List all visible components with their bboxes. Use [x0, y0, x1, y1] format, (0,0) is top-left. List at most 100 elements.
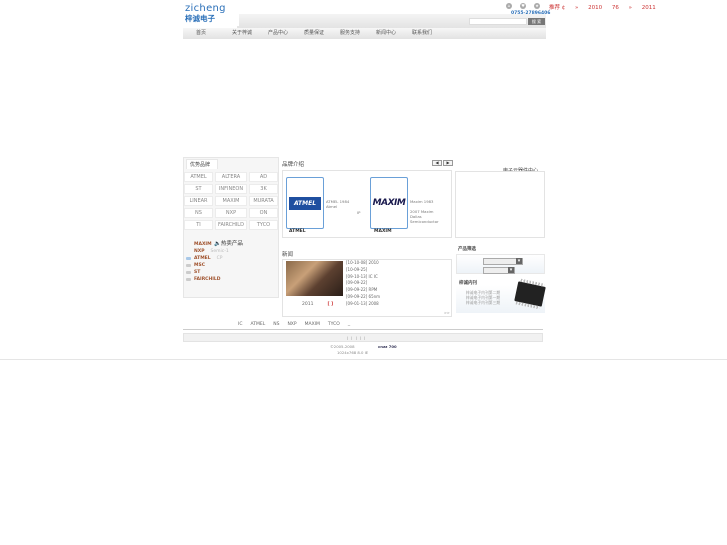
- bullet-icon: [186, 277, 191, 282]
- brand-link[interactable]: MURATA: [249, 196, 278, 206]
- nav-quality[interactable]: 质量保证: [304, 28, 340, 39]
- carousel-controls: ◀ ▶: [432, 160, 453, 166]
- hot-products-list: MAXIM NXP Semic-1 ATMEL CP MSC ST FAIRCH…: [186, 241, 229, 283]
- brand-card-maxim[interactable]: MAXIM: [370, 177, 408, 229]
- hot-product-extra: CP: [216, 256, 223, 261]
- logo-cn: 梓诚电子: [185, 14, 215, 23]
- filter-select-category[interactable]: [483, 258, 523, 265]
- star-icon[interactable]: ★: [534, 3, 540, 9]
- hot-product-name[interactable]: MSC: [194, 263, 205, 268]
- copyright: ©2005-2008: [330, 344, 355, 349]
- phone-number: 0755-27896406: [511, 11, 551, 16]
- nav-news[interactable]: 新闻中心: [376, 28, 412, 39]
- hot-product-name[interactable]: ATMEL: [194, 256, 211, 261]
- desc-line: Atmel: [326, 204, 338, 209]
- hot-product-name[interactable]: NXP: [194, 249, 205, 254]
- news-title: 新闻: [282, 252, 294, 258]
- list-item[interactable]: [09-10-13] IC IC: [346, 274, 450, 281]
- news-photo-caption-text: 2011: [302, 302, 314, 307]
- product-filter-panel: [456, 254, 545, 274]
- hot-product-name[interactable]: MAXIM: [194, 242, 212, 247]
- next-button[interactable]: ▶: [443, 160, 453, 166]
- brand-link[interactable]: LINEAR: [184, 196, 213, 206]
- prev-button[interactable]: ◀: [432, 160, 442, 166]
- logo-en: zicheng: [185, 3, 226, 14]
- maxim-logo: MAXIM: [372, 198, 406, 208]
- product-filter-title: 产品筛选: [458, 247, 476, 252]
- nav-products[interactable]: 产品中心: [268, 28, 304, 39]
- brand-grid: ATMEL ALTERA AD ST INFINEON 3K LINEAR MA…: [184, 172, 279, 230]
- filter-select-brand[interactable]: [483, 267, 515, 274]
- footer-link[interactable]: NXP: [287, 322, 296, 327]
- brand-link[interactable]: AD: [249, 172, 278, 182]
- brand-link[interactable]: ATMEL: [184, 172, 213, 182]
- footer-link[interactable]: TYCO: [328, 322, 340, 327]
- brand-link[interactable]: TYCO: [249, 220, 278, 230]
- brand-card-caption[interactable]: ATMEL: [289, 229, 306, 234]
- list-item[interactable]: [09-09-22] 65nm: [346, 294, 450, 301]
- search-button[interactable]: 搜 索: [528, 18, 545, 25]
- ticker-item: 76: [611, 5, 619, 11]
- nav-support[interactable]: 服务支持: [340, 28, 376, 39]
- component-center-panel: [455, 171, 545, 238]
- brand-intro-title: 品牌介绍: [282, 162, 305, 168]
- news-list: [10-10-08] 2010 [10-09-25] [09-10-13] IC…: [346, 260, 450, 308]
- brand-card-atmel[interactable]: ATMEL: [286, 177, 324, 229]
- list-item[interactable]: [09-09-22] RPM: [346, 287, 450, 294]
- site-logo[interactable]: zicheng 梓诚电子: [185, 4, 239, 26]
- news-photo[interactable]: [286, 261, 343, 296]
- news-more-link[interactable]: >>: [444, 311, 450, 315]
- list-item[interactable]: [09-01-13] 2008: [346, 301, 450, 308]
- footer-nav[interactable]: | | | | |: [347, 336, 366, 340]
- bullet-icon: [186, 256, 191, 261]
- page-bottom-rule: [0, 359, 727, 360]
- list-item[interactable]: ST: [186, 269, 229, 276]
- hot-product-name[interactable]: ST: [194, 270, 200, 275]
- nav-home[interactable]: 首页: [196, 28, 232, 39]
- ticker-item[interactable]: 推荐 ¢: [549, 5, 565, 11]
- footer-link[interactable]: _: [348, 322, 350, 327]
- search-input[interactable]: [469, 18, 527, 25]
- main-nav: 首页 关于梓诚 产品中心 质量保证 服务支持 新闻中心 联系我们: [183, 28, 546, 39]
- brand-link[interactable]: TI: [184, 220, 213, 230]
- brand-link[interactable]: NXP: [215, 208, 247, 218]
- hot-product-name[interactable]: FAIRCHILD: [194, 277, 221, 282]
- list-item[interactable]: [10-10-08] 2010: [346, 260, 450, 267]
- footer-link[interactable]: ATMEL: [250, 322, 265, 327]
- brand-link[interactable]: 3K: [249, 184, 278, 194]
- brand-link[interactable]: ON: [249, 208, 278, 218]
- list-item[interactable]: FAIRCHILD: [186, 276, 229, 283]
- brand-link[interactable]: ST: [184, 184, 213, 194]
- list-item[interactable]: MSC: [186, 262, 229, 269]
- list-item[interactable]: ATMEL CP: [186, 255, 229, 262]
- favorite-icon[interactable]: ♥: [520, 3, 526, 9]
- ticker-item: 2011: [641, 5, 656, 11]
- brand-card-caption[interactable]: MAXIM: [374, 229, 392, 234]
- brands-title: 优势品牌: [186, 159, 218, 169]
- ticker: 推荐 ¢ » 2010 76 » 2011: [549, 3, 664, 11]
- list-item[interactable]: NXP Semic-1: [186, 248, 229, 255]
- desc-line: Semiconductor: [410, 219, 439, 224]
- footer-link[interactable]: NS: [273, 322, 279, 327]
- news-photo-caption-tag: [ ]: [327, 302, 334, 307]
- brand-card-desc: Maxim 1983 2007 Maxim Dallas Semiconduct…: [410, 199, 439, 224]
- list-item[interactable]: [10-09-25]: [346, 267, 450, 274]
- brand-link[interactable]: ALTERA: [215, 172, 247, 182]
- bullet-icon: [186, 263, 191, 268]
- ticker-item: »: [628, 5, 632, 11]
- brand-link[interactable]: INFINEON: [215, 184, 247, 194]
- home-icon[interactable]: ⌂: [506, 3, 512, 9]
- list-item[interactable]: MAXIM: [186, 241, 229, 248]
- nav-contact[interactable]: 联系我们: [412, 28, 448, 39]
- brand-link[interactable]: FAIRCHILD: [215, 220, 247, 230]
- stats-badge[interactable]: cnzz 700: [378, 344, 397, 349]
- footer-link[interactable]: IC: [238, 322, 242, 327]
- atmel-logo: ATMEL: [289, 196, 321, 210]
- brand-link[interactable]: NS: [184, 208, 213, 218]
- news-photo-caption[interactable]: 2011 [ ]: [302, 302, 333, 307]
- brand-link[interactable]: MAXIM: [215, 196, 247, 206]
- footer-link[interactable]: MAXIM: [305, 322, 320, 327]
- list-item[interactable]: [09-09-22]: [346, 280, 450, 287]
- resolution-note: 1024x768 8.0 IE: [337, 350, 369, 355]
- nav-about[interactable]: 关于梓诚: [232, 28, 268, 39]
